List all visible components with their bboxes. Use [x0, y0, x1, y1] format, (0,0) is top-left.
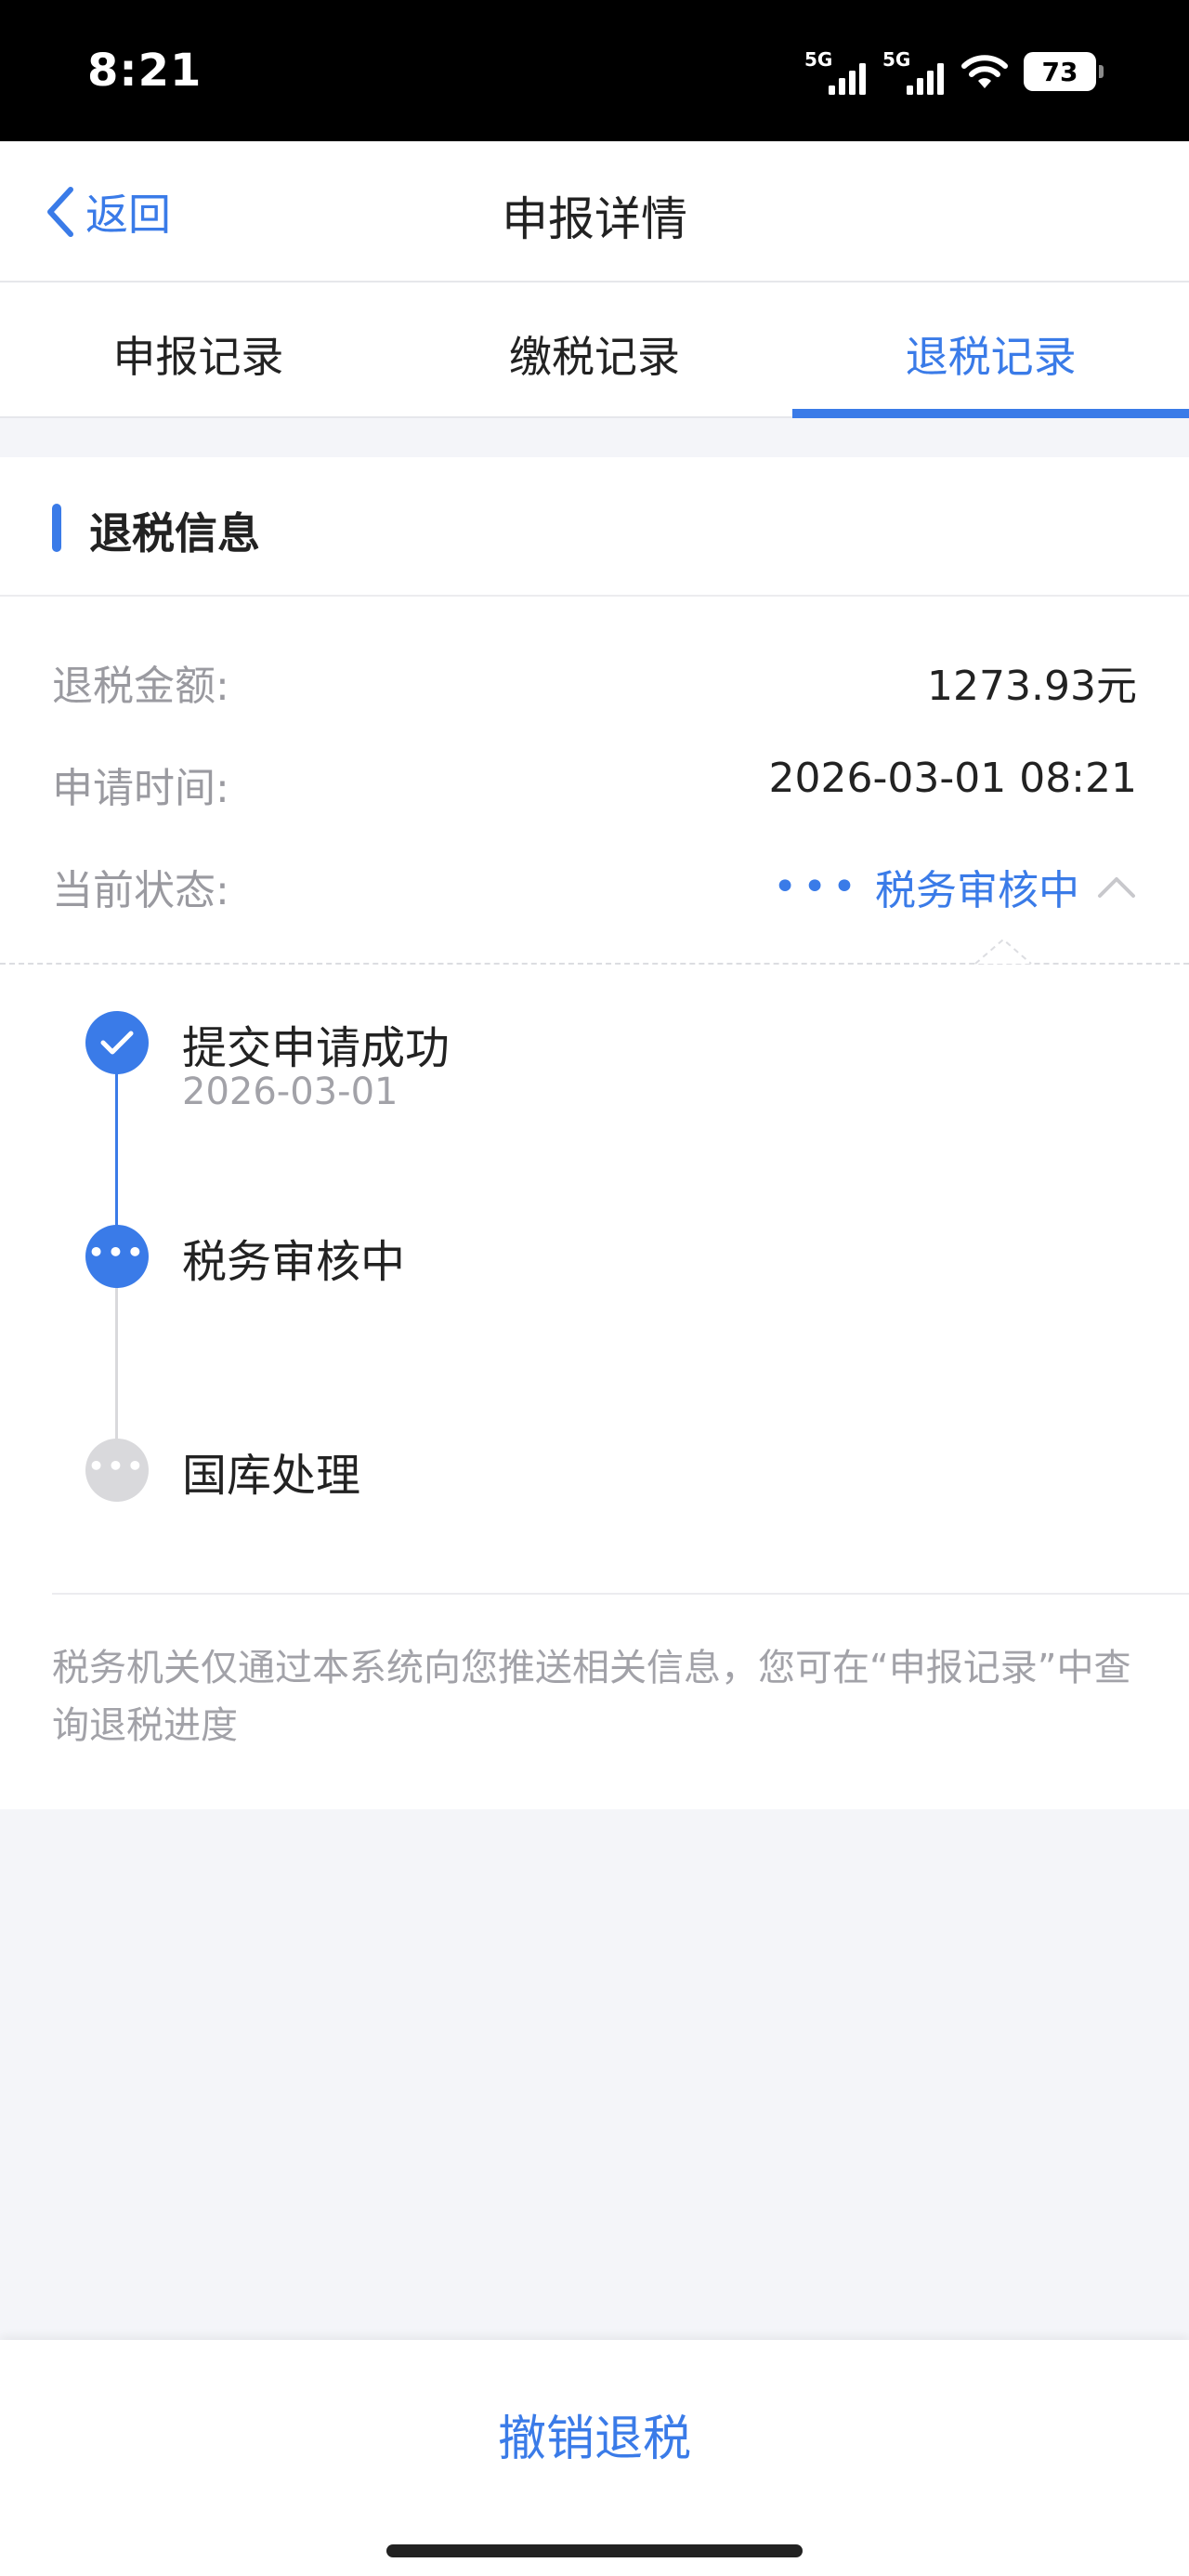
refund-note: 税务机关仅通过本系统向您推送相关信息，您可在“申报记录”中查询退税进度: [52, 1647, 1131, 1747]
nav-bar: 返回 申报详情: [0, 141, 1189, 283]
timeline-step-title: 提交申请成功: [182, 1022, 451, 1074]
tab-refund-records[interactable]: 退税记录: [792, 283, 1189, 418]
status-time: 8:21: [87, 45, 203, 97]
section-title: 退税信息: [89, 508, 260, 559]
refund-amount-value: 1273.93元: [927, 663, 1137, 710]
tab-label: 退税记录: [905, 332, 1077, 382]
divider: [52, 1593, 1189, 1595]
pending-icon: •••: [85, 1439, 149, 1502]
page: 8:21 5G 5G 73 返回 申报详情 申报记录 缴税记录 退税记录 退税信…: [0, 0, 1189, 2576]
battery-icon: 73: [1024, 52, 1104, 91]
apply-time-row: 申请时间: 2026-03-01 08:21: [52, 755, 1137, 814]
active-tab-indicator: [792, 409, 1189, 418]
in-progress-icon: •••: [85, 1225, 149, 1288]
wifi-icon: [961, 55, 1008, 88]
caret-up-icon: [974, 938, 1032, 965]
tab-label: 缴税记录: [509, 332, 680, 382]
section-header: 退税信息: [0, 457, 1189, 597]
timeline-step-date: 2026-03-01: [182, 1071, 399, 1113]
signal-icon: 5G: [804, 48, 868, 95]
cancel-refund-button[interactable]: 撤销退税: [0, 2399, 1189, 2469]
check-icon: [85, 1011, 149, 1074]
home-indicator: [386, 2544, 803, 2557]
battery-level: 73: [1041, 56, 1078, 87]
timeline-step-title: 国库处理: [182, 1450, 361, 1502]
current-status-label: 当前状态:: [52, 867, 229, 914]
page-title: 申报详情: [502, 192, 687, 246]
section-accent-bar: [52, 504, 61, 552]
status-bar: 8:21 5G 5G 73: [0, 0, 1189, 141]
apply-time-label: 申请时间:: [52, 765, 229, 812]
tab-declaration-records[interactable]: 申报记录: [0, 283, 397, 416]
tab-payment-records[interactable]: 缴税记录: [397, 283, 793, 416]
status-dots-icon: •••: [773, 862, 862, 911]
refund-amount-label: 退税金额:: [52, 663, 229, 710]
current-status-row[interactable]: 当前状态: ••• 税务审核中: [52, 857, 1137, 916]
tab-label: 申报记录: [112, 332, 284, 382]
timeline-step-title: 税务审核中: [182, 1236, 406, 1288]
refund-amount-row: 退税金额: 1273.93元: [52, 652, 1137, 712]
tab-bar: 申报记录 缴税记录 退税记录: [0, 283, 1189, 418]
current-status-value: 税务审核中: [875, 867, 1079, 914]
status-icons: 5G 5G 73: [804, 48, 1104, 95]
refund-info-card: 退税信息 退税金额: 1273.93元 申请时间: 2026-03-01 08:…: [0, 457, 1189, 1809]
apply-time-value: 2026-03-01 08:21: [768, 755, 1138, 802]
chevron-up-icon: [1098, 877, 1135, 898]
signal-icon: 5G: [882, 48, 946, 95]
bottom-action-bar: 撤销退税: [0, 2340, 1189, 2576]
current-status-toggle[interactable]: ••• 税务审核中: [773, 857, 1137, 916]
